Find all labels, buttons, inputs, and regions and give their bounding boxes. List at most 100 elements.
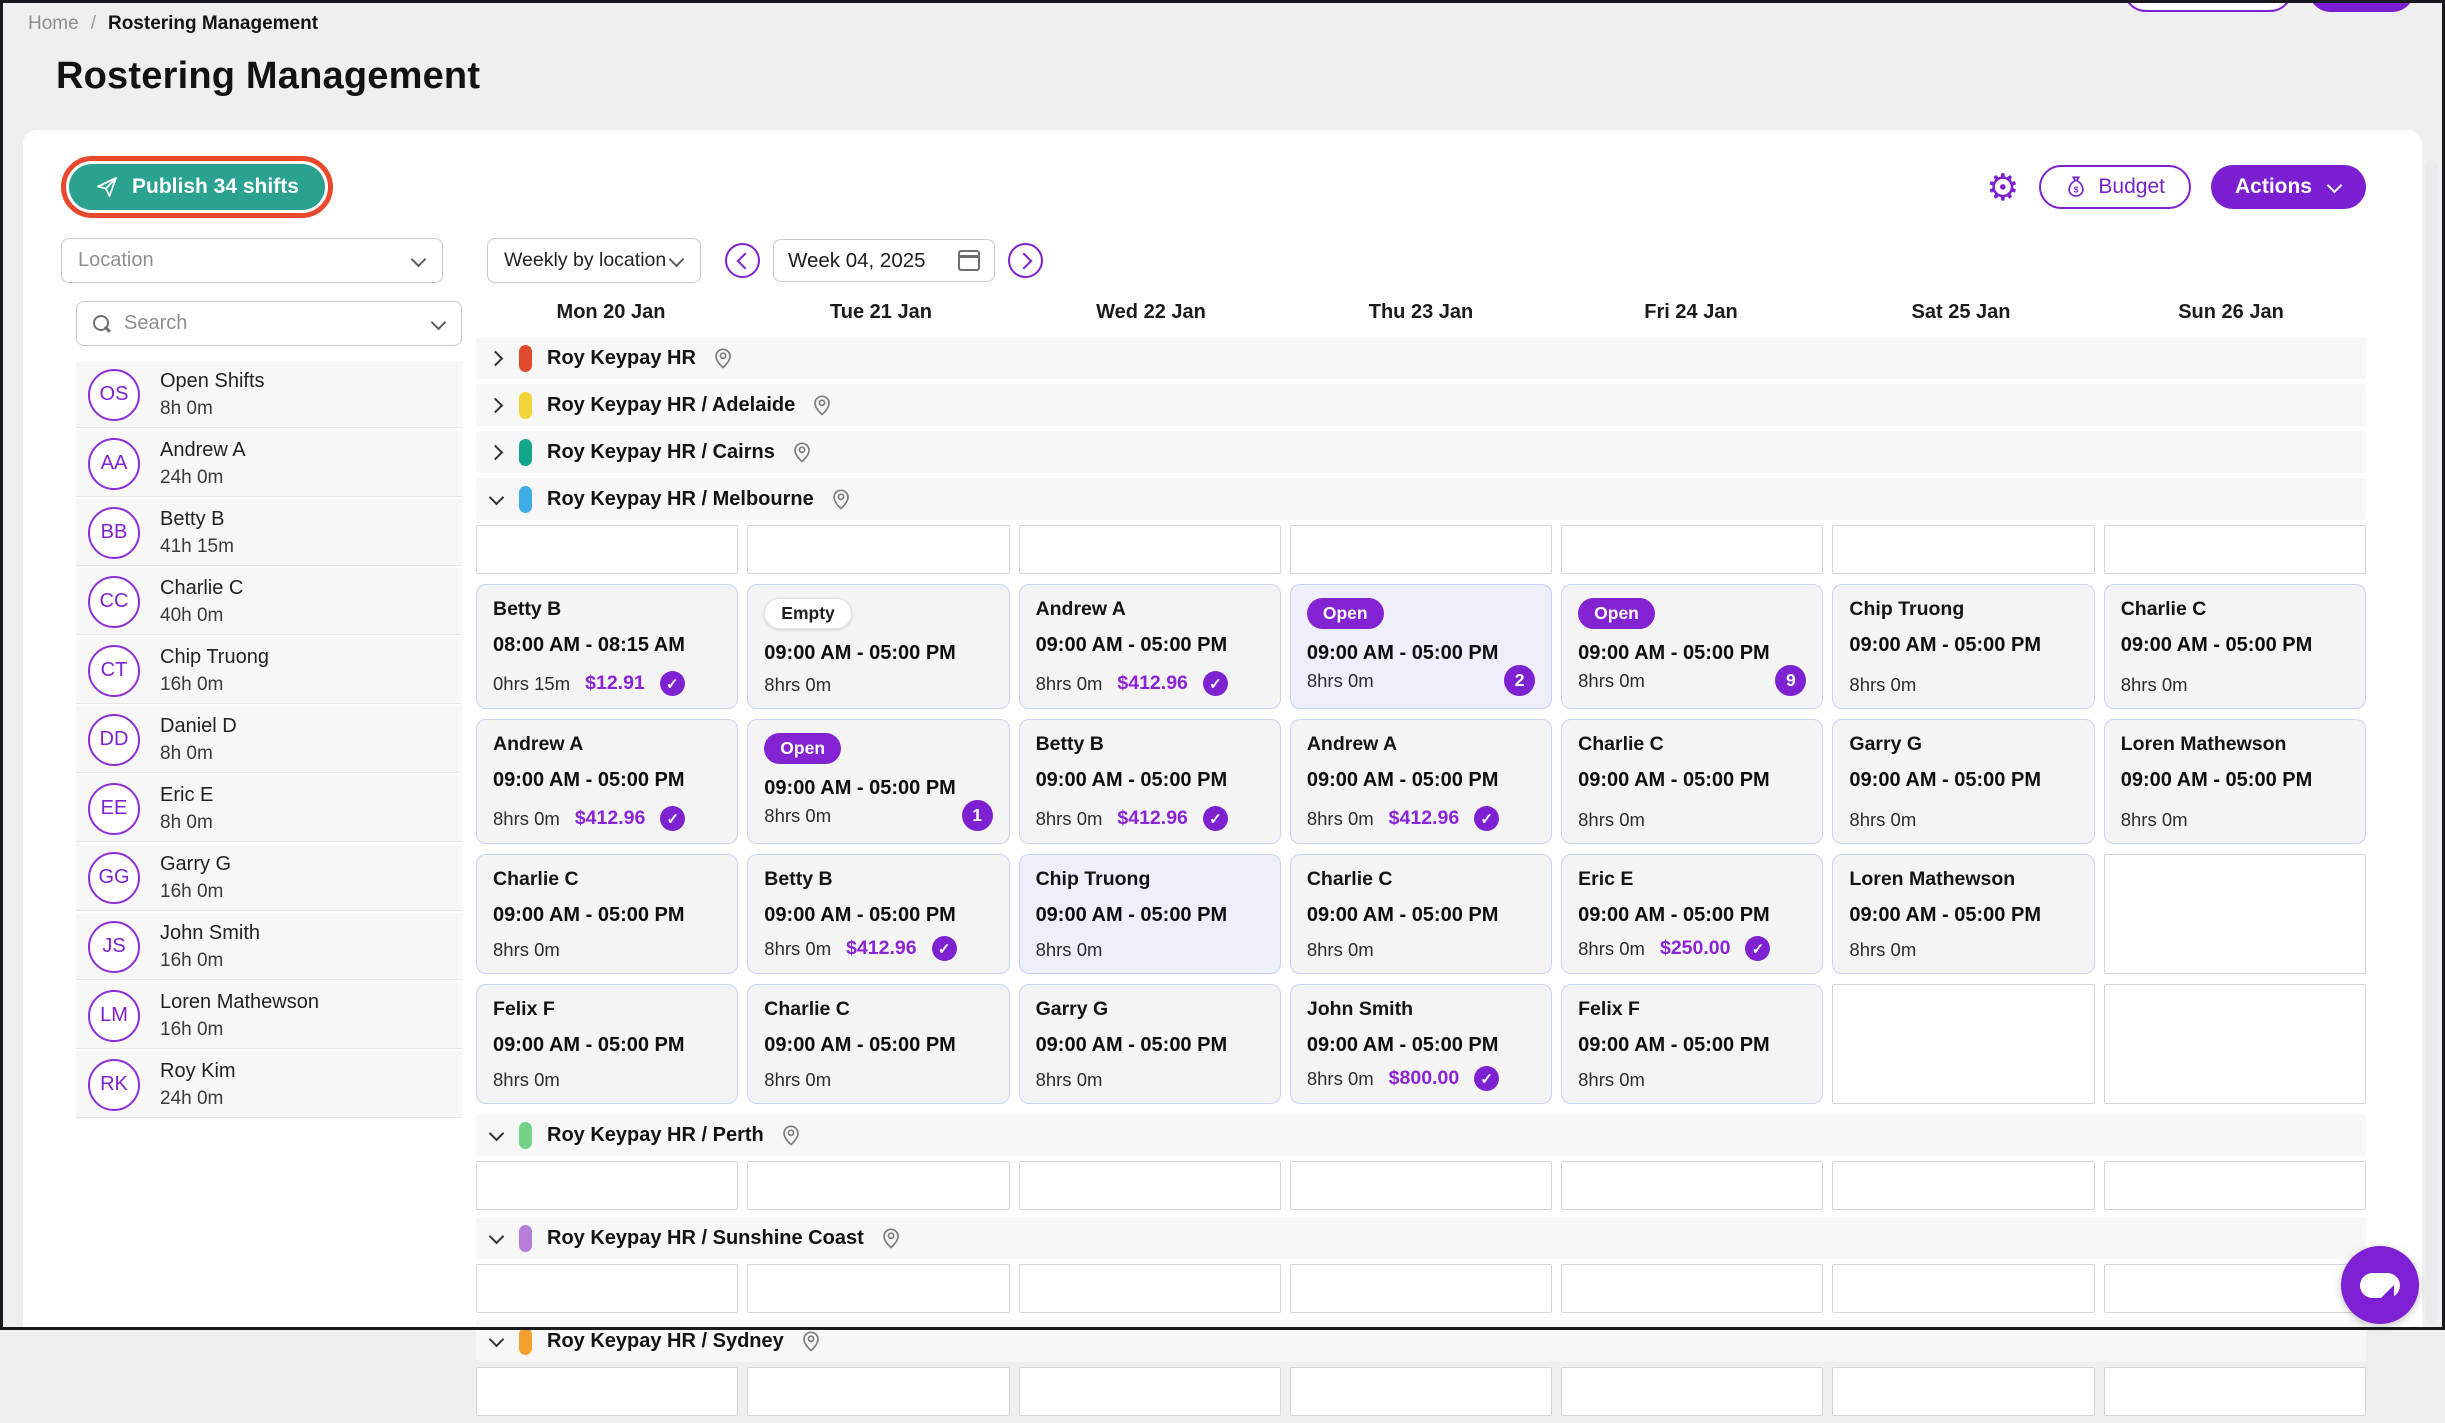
sidebar-person-row[interactable]: DDDaniel D8h 0m [76, 706, 462, 775]
empty-day-cell[interactable] [476, 1161, 738, 1210]
empty-day-cell[interactable] [1019, 1264, 1281, 1313]
shift-card[interactable]: Betty B08:00 AM - 08:15 AM0hrs 15m$12.91… [476, 584, 738, 709]
empty-day-cell[interactable] [1290, 1161, 1552, 1210]
partial-solid-button-top[interactable] [2308, 0, 2415, 12]
sidebar-person-row[interactable]: EEEric E8h 0m [76, 775, 462, 844]
empty-day-cell[interactable] [1561, 525, 1823, 574]
empty-day-cell[interactable] [1832, 525, 2094, 574]
empty-day-cell[interactable] [2104, 1161, 2366, 1210]
shift-card[interactable]: Felix F09:00 AM - 05:00 PM8hrs 0m [476, 984, 738, 1104]
location-group-row[interactable]: Roy Keypay HR / Cairns [476, 431, 2366, 473]
next-week-button[interactable] [1008, 243, 1043, 278]
chevron-right-icon[interactable] [488, 444, 504, 460]
shift-card[interactable]: Garry G09:00 AM - 05:00 PM8hrs 0m [1019, 984, 1281, 1104]
actions-button[interactable]: Actions .btn-actions .chev::before{borde… [2211, 165, 2366, 209]
empty-day-cell[interactable] [1561, 1161, 1823, 1210]
location-group-row[interactable]: Roy Keypay HR / Melbourne [476, 478, 2366, 520]
empty-day-cell[interactable] [476, 1367, 738, 1416]
partial-outline-button-top[interactable] [2123, 0, 2293, 12]
empty-day-cell[interactable] [476, 1264, 738, 1313]
chevron-right-icon[interactable] [488, 397, 504, 413]
sidebar-person-row[interactable]: JSJohn Smith16h 0m [76, 913, 462, 982]
chevron-down-icon[interactable] [488, 1127, 504, 1143]
sidebar-person-row[interactable]: AAAndrew A24h 0m [76, 430, 462, 499]
shift-card[interactable]: Chip Truong09:00 AM - 05:00 PM8hrs 0m [1019, 854, 1281, 974]
empty-day-cell[interactable] [747, 1161, 1009, 1210]
empty-day-cell[interactable] [2104, 984, 2366, 1104]
shift-card[interactable]: Open09:00 AM - 05:00 PM8hrs 0m2 [1290, 584, 1552, 709]
shift-card[interactable]: Charlie C09:00 AM - 05:00 PM8hrs 0m [2104, 584, 2366, 709]
breadcrumb-home-link[interactable]: Home [28, 13, 79, 35]
sidebar-person-row[interactable]: GGGarry G16h 0m [76, 844, 462, 913]
shift-card[interactable]: Open09:00 AM - 05:00 PM8hrs 0m1 [747, 719, 1009, 844]
shift-card[interactable]: Loren Mathewson09:00 AM - 05:00 PM8hrs 0… [2104, 719, 2366, 844]
empty-day-cell[interactable] [1019, 1367, 1281, 1416]
publish-shifts-button[interactable]: Publish 34 shifts [69, 164, 325, 210]
budget-button[interactable]: $ Budget [2039, 165, 2191, 209]
location-filter-input[interactable] [78, 249, 378, 272]
shift-card[interactable]: Garry G09:00 AM - 05:00 PM8hrs 0m [1832, 719, 2094, 844]
empty-day-cell[interactable] [1019, 1161, 1281, 1210]
sidebar-person-row[interactable]: RKRoy Kim24h 0m [76, 1051, 462, 1120]
shift-card[interactable]: Charlie C09:00 AM - 05:00 PM8hrs 0m [1561, 719, 1823, 844]
empty-day-cell[interactable] [1290, 1367, 1552, 1416]
empty-day-cell[interactable] [1832, 1264, 2094, 1313]
empty-day-cell[interactable] [2104, 854, 2366, 974]
shift-card[interactable]: Andrew A09:00 AM - 05:00 PM8hrs 0m$412.9… [476, 719, 738, 844]
shift-card[interactable]: Felix F09:00 AM - 05:00 PM8hrs 0m [1561, 984, 1823, 1104]
settings-gear-icon[interactable]: ⚙ [1986, 169, 2019, 206]
empty-day-cell[interactable] [1561, 1367, 1823, 1416]
shift-card[interactable]: Charlie C09:00 AM - 05:00 PM8hrs 0m [747, 984, 1009, 1104]
empty-day-cell[interactable] [1832, 1161, 2094, 1210]
sidebar-person-row[interactable]: BBBetty B41h 15m [76, 499, 462, 568]
sidebar-person-row[interactable]: CCCharlie C40h 0m [76, 568, 462, 637]
shift-card[interactable]: Empty09:00 AM - 05:00 PM8hrs 0m [747, 584, 1009, 709]
shift-card[interactable]: Open09:00 AM - 05:00 PM8hrs 0m9 [1561, 584, 1823, 709]
empty-day-cell[interactable] [1832, 1367, 2094, 1416]
empty-day-cell[interactable] [1290, 1264, 1552, 1313]
empty-day-cell[interactable] [1561, 1264, 1823, 1313]
shift-card[interactable]: Loren Mathewson09:00 AM - 05:00 PM8hrs 0… [1832, 854, 2094, 974]
empty-day-cell[interactable] [2104, 1367, 2366, 1416]
shift-card[interactable]: John Smith09:00 AM - 05:00 PM8hrs 0m$800… [1290, 984, 1552, 1104]
empty-day-cell[interactable] [1832, 984, 2094, 1104]
location-group-row[interactable]: Roy Keypay HR [476, 337, 2366, 379]
empty-day-cell[interactable] [747, 1367, 1009, 1416]
shift-time-range: 09:00 AM - 05:00 PM [493, 769, 721, 792]
location-group-row[interactable]: Roy Keypay HR / Perth [476, 1114, 2366, 1156]
chevron-down-icon[interactable] [488, 1333, 504, 1349]
shift-card[interactable]: Chip Truong09:00 AM - 05:00 PM8hrs 0m [1832, 584, 2094, 709]
location-group-row[interactable]: Roy Keypay HR / Adelaide [476, 384, 2366, 426]
person-name: Eric E [160, 784, 213, 807]
sidebar-person-row[interactable]: LMLoren Mathewson16h 0m [76, 982, 462, 1051]
shift-card[interactable]: Andrew A09:00 AM - 05:00 PM8hrs 0m$412.9… [1290, 719, 1552, 844]
chevron-right-icon[interactable] [488, 350, 504, 366]
empty-day-cell[interactable] [1290, 525, 1552, 574]
employee-search-input[interactable] [124, 312, 418, 335]
empty-day-cell[interactable] [747, 1264, 1009, 1313]
shift-card[interactable]: Betty B09:00 AM - 05:00 PM8hrs 0m$412.96… [747, 854, 1009, 974]
empty-day-cell[interactable] [476, 525, 738, 574]
shift-card[interactable]: Eric E09:00 AM - 05:00 PM8hrs 0m$250.00✓ [1561, 854, 1823, 974]
vertical-scrollbar[interactable] [2425, 160, 2438, 1324]
sidebar-person-row[interactable]: OSOpen Shifts8h 0m [76, 361, 462, 430]
chat-launcher-button[interactable] [2341, 1246, 2419, 1324]
location-filter-select[interactable] [61, 238, 443, 283]
shift-card[interactable]: Andrew A09:00 AM - 05:00 PM8hrs 0m$412.9… [1019, 584, 1281, 709]
empty-day-cell[interactable] [2104, 525, 2366, 574]
location-group-row[interactable]: Roy Keypay HR / Sydney [476, 1320, 2366, 1362]
shift-card[interactable]: Charlie C09:00 AM - 05:00 PM8hrs 0m [476, 854, 738, 974]
week-picker[interactable]: Week 04, 2025 [773, 239, 995, 282]
empty-day-cell[interactable] [747, 525, 1009, 574]
shift-card[interactable]: Betty B09:00 AM - 05:00 PM8hrs 0m$412.96… [1019, 719, 1281, 844]
previous-week-button[interactable] [725, 243, 760, 278]
chevron-down-icon[interactable] [488, 491, 504, 507]
view-mode-select[interactable]: Weekly by location [487, 238, 701, 283]
empty-day-cell[interactable] [1019, 525, 1281, 574]
location-group-row[interactable]: Roy Keypay HR / Sunshine Coast [476, 1217, 2366, 1259]
chevron-down-icon[interactable] [488, 1230, 504, 1246]
empty-day-cell[interactable] [2104, 1264, 2366, 1313]
shift-card[interactable]: Charlie C09:00 AM - 05:00 PM8hrs 0m [1290, 854, 1552, 974]
employee-search-box[interactable] [76, 301, 462, 346]
sidebar-person-row[interactable]: CTChip Truong16h 0m [76, 637, 462, 706]
